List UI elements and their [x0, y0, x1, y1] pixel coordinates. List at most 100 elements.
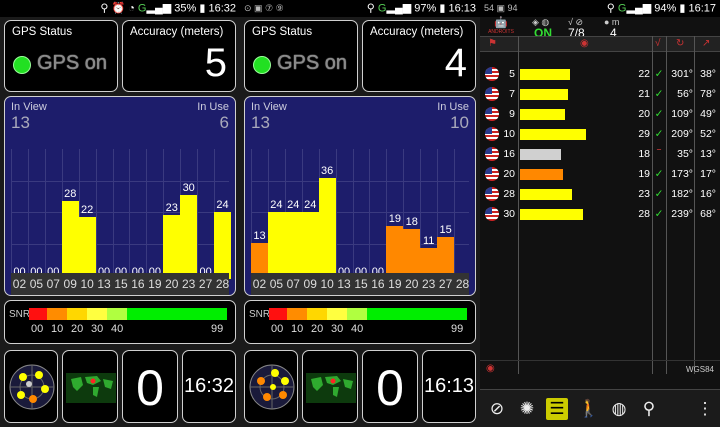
- accuracy-card[interactable]: Accuracy (meters) 4: [362, 20, 476, 92]
- app-logo: 🤖 ANDROITS: [486, 18, 516, 36]
- in-use-label: In Use: [437, 101, 469, 113]
- logo-text: ANDROITS: [488, 29, 514, 35]
- x-tick-02: 02: [252, 277, 267, 291]
- x-tick-27: 27: [198, 277, 213, 291]
- prn-cell: 30: [503, 208, 515, 220]
- radar-button[interactable]: [244, 350, 298, 423]
- pin-icon[interactable]: ⚲: [638, 398, 660, 420]
- prn-cell: 7: [509, 88, 515, 100]
- bar-value-20: 23: [165, 201, 178, 214]
- x-tick-05: 05: [29, 277, 44, 291]
- azimuth-cell: 109°: [671, 108, 693, 120]
- bar-value-28: 24: [216, 198, 229, 211]
- record-icon[interactable]: ◉: [486, 363, 495, 374]
- screen-left: ⚲ ⏰ ◔ G▂▄▆ 35% ▮ 16:32 GPS Status GPS on…: [0, 0, 240, 427]
- location-icon: ⚲: [606, 2, 615, 15]
- snr-chart-card[interactable]: In View 13 In Use 6 00 00 00 28 22 00 00 00 00 23…: [4, 96, 236, 296]
- accuracy-title: Accuracy (meters): [130, 26, 224, 38]
- x-tick-13: 13: [97, 277, 111, 291]
- gps-on-indicator-icon: [253, 56, 271, 74]
- table-row[interactable]: 20 19 ✓ 173° 17°: [480, 164, 720, 183]
- zero-button[interactable]: 0: [362, 350, 418, 423]
- status-bar: ⊙ ▣ ⑦ ⑨ ⚲ G▂▄▆ 97% ▮ 16:13: [240, 0, 480, 17]
- world-map-button[interactable]: [62, 350, 118, 423]
- battery-percent: 94%: [654, 2, 677, 15]
- snr-bar: [520, 129, 586, 140]
- globe-icon[interactable]: ◍: [608, 398, 630, 420]
- gps-status-title: GPS Status: [12, 26, 73, 38]
- gps-status-card[interactable]: GPS Status GPS on: [4, 20, 118, 92]
- elevation-cell: 78°: [700, 88, 716, 100]
- datum-label: WGS84: [685, 365, 714, 374]
- snr-bar: [520, 109, 566, 120]
- x-tick-15: 15: [114, 277, 128, 291]
- bar-value-23: 30: [182, 182, 195, 194]
- notification-icons: ⊙ ▣ ⑦ ⑨: [244, 3, 284, 13]
- x-tick-20: 20: [165, 277, 179, 291]
- elevation-cell: 68°: [700, 208, 716, 220]
- x-axis: 02 05 07 09 10 13 15 16 19 20 23 27 28: [11, 273, 229, 295]
- snr-tick: 00: [271, 323, 284, 335]
- walk-icon[interactable]: 🚶: [578, 398, 600, 420]
- in-view-count: 13: [251, 113, 270, 132]
- prn-cell: 5: [509, 68, 515, 80]
- gridline: [454, 149, 456, 279]
- screen-middle: ⊙ ▣ ⑦ ⑨ ⚲ G▂▄▆ 97% ▮ 16:13 GPS Status GP…: [240, 0, 480, 427]
- table-row[interactable]: 9 20 ✓ 109° 49°: [480, 104, 720, 123]
- elevation-cell: 13°: [700, 148, 716, 160]
- table-row[interactable]: 7 21 ✓ 56° 78°: [480, 84, 720, 103]
- bar-value-09: 28: [64, 187, 77, 200]
- flag-column-icon: ⚑: [488, 38, 497, 49]
- bar-19: [386, 225, 404, 279]
- x-tick-28: 28: [455, 277, 470, 291]
- bars-icon[interactable]: ☰: [546, 398, 568, 420]
- table-row[interactable]: 30 28 ✓ 239° 68°: [480, 204, 720, 223]
- table-row[interactable]: 10 29 ✓ 209° 52°: [480, 124, 720, 143]
- gridline: [129, 149, 131, 279]
- gps-status-card[interactable]: GPS Status GPS on: [244, 20, 358, 92]
- us-flag-icon: [485, 207, 499, 221]
- radar-icon: [249, 364, 295, 410]
- clock-value: 16:13: [423, 375, 475, 397]
- location-icon: ⚲: [100, 2, 109, 15]
- bar-value-02: 13: [253, 229, 266, 242]
- snr-tick: 99: [211, 323, 224, 335]
- zero-button[interactable]: 0: [122, 350, 178, 423]
- in-view-count: 13: [11, 113, 30, 132]
- accuracy-value: 4: [444, 41, 467, 85]
- menu-icon[interactable]: ⋮: [694, 398, 716, 420]
- azimuth-cell: 35°: [677, 148, 693, 160]
- radar-icon[interactable]: ✺: [516, 398, 538, 420]
- snr-chart-card[interactable]: In View 13 In Use 10 13 24 24 24 36 00 00 00 19 1…: [244, 96, 476, 296]
- world-map-button[interactable]: [302, 350, 358, 423]
- table-header: ⚑ ◉ √ ↻ ↗: [480, 36, 720, 52]
- snr-tick: 40: [351, 323, 364, 335]
- elevation-cell: 17°: [700, 168, 716, 180]
- radar-button[interactable]: [4, 350, 58, 423]
- x-tick-09: 09: [303, 277, 317, 291]
- snr-cell: 18: [638, 148, 650, 160]
- bar-28: [214, 211, 232, 279]
- x-tick-09: 09: [63, 277, 77, 291]
- snr-tick: 30: [331, 323, 344, 335]
- table-row[interactable]: 16 18 ‾ 35° 13°: [480, 144, 720, 163]
- table-row[interactable]: 5 22 ✓ 301° 38°: [480, 64, 720, 83]
- azimuth-cell: 209°: [671, 128, 693, 140]
- bar-09: [61, 200, 79, 279]
- table-row[interactable]: 28 23 ✓ 182° 16°: [480, 184, 720, 203]
- bar-value-07: 24: [287, 198, 300, 211]
- x-tick-16: 16: [371, 277, 385, 291]
- snr-tick: 20: [311, 323, 324, 335]
- battery-percent: 97%: [414, 2, 437, 15]
- compass-icon[interactable]: ⊘: [486, 398, 508, 420]
- x-tick-07: 07: [46, 277, 60, 291]
- gps-status-value: GPS on: [37, 52, 108, 74]
- snr-bar: [520, 69, 570, 80]
- accuracy-card[interactable]: Accuracy (meters) 5: [122, 20, 236, 92]
- status-time: 16:13: [448, 2, 476, 15]
- us-flag-icon: [485, 187, 499, 201]
- snr-tick: 10: [51, 323, 64, 335]
- x-tick-10: 10: [320, 277, 334, 291]
- snr-cell: 22: [638, 68, 650, 80]
- snr-label: SNR: [9, 309, 31, 320]
